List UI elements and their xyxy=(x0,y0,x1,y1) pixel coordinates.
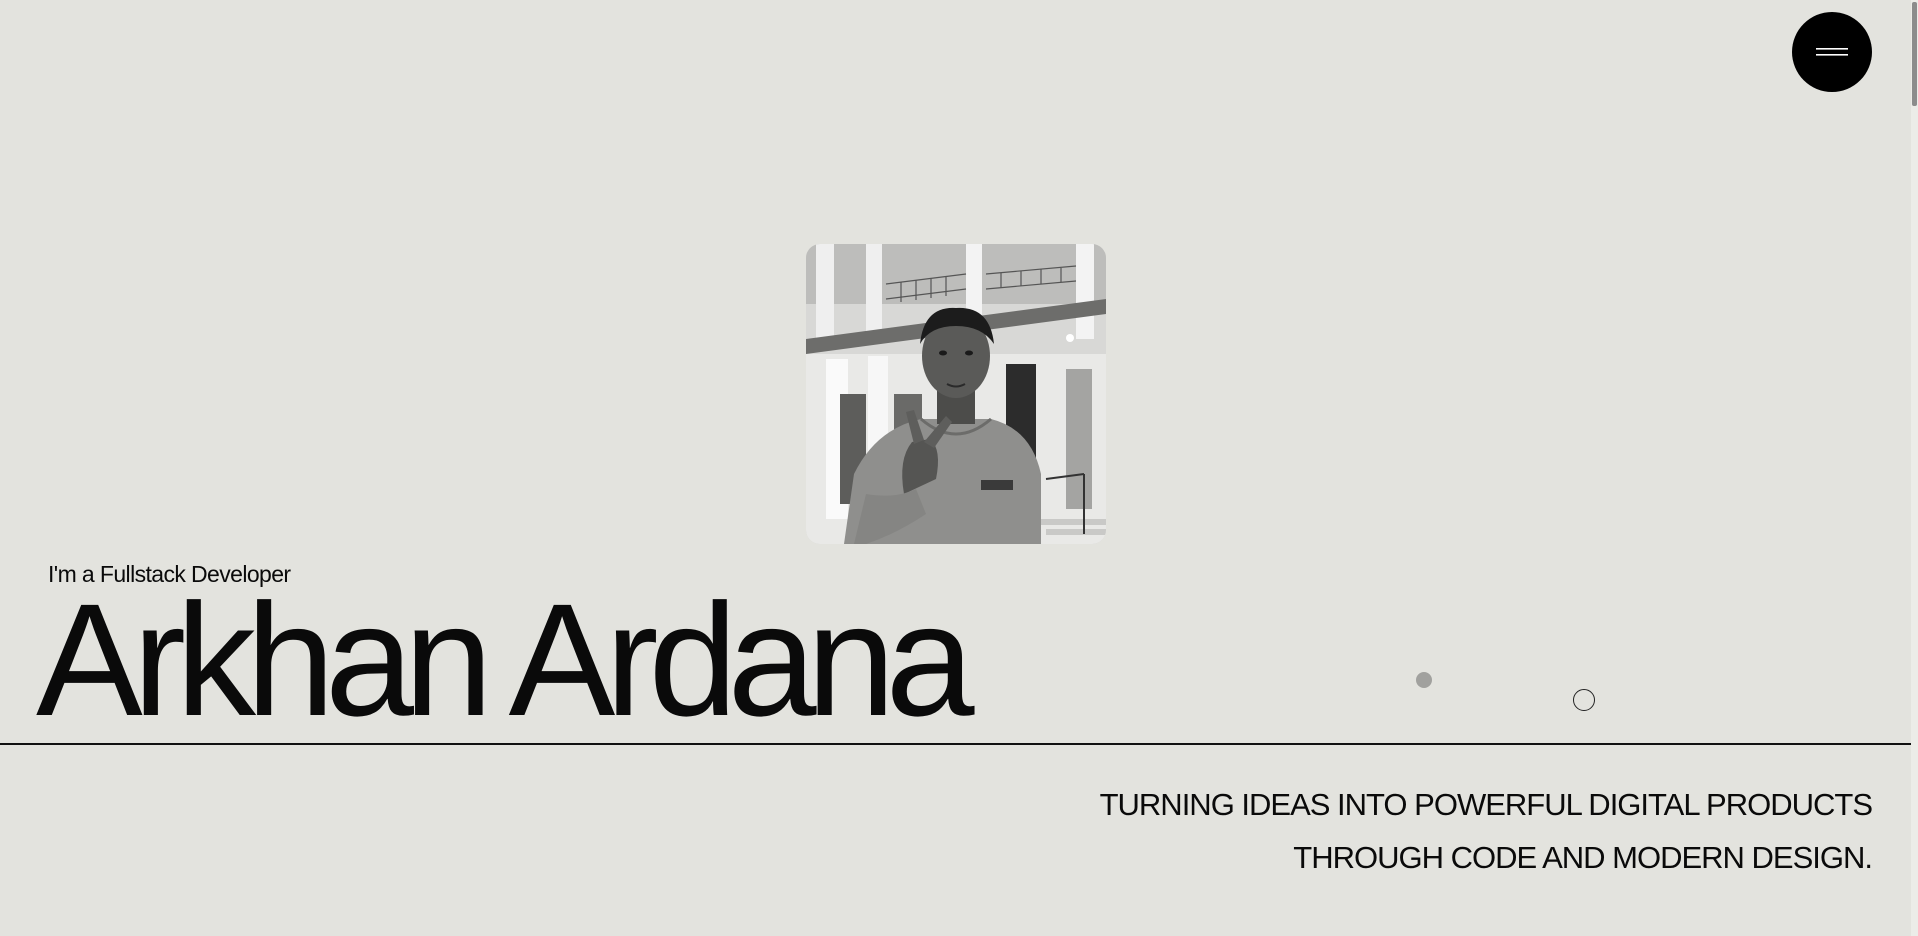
scrollbar[interactable] xyxy=(1911,0,1918,936)
name-heading: Arkhan Ardana xyxy=(36,570,975,749)
tagline-line-2: THROUGH CODE AND MODERN DESIGN. xyxy=(1293,840,1873,875)
page: I'm a Fullstack Developer Arkhan Ardana … xyxy=(0,0,1918,936)
decorative-dot-filled xyxy=(1416,672,1432,688)
hamburger-menu-icon xyxy=(1816,48,1848,56)
scrollbar-thumb[interactable] xyxy=(1912,2,1917,106)
tagline: TURNING IDEAS INTO POWERFUL DIGITAL PROD… xyxy=(1099,778,1873,884)
tagline-line-1: TURNING IDEAS INTO POWERFUL DIGITAL PROD… xyxy=(1099,787,1873,822)
divider xyxy=(0,743,1911,745)
cursor-ring xyxy=(1573,689,1595,711)
menu-button[interactable] xyxy=(1792,12,1872,92)
profile-photo xyxy=(806,244,1106,544)
